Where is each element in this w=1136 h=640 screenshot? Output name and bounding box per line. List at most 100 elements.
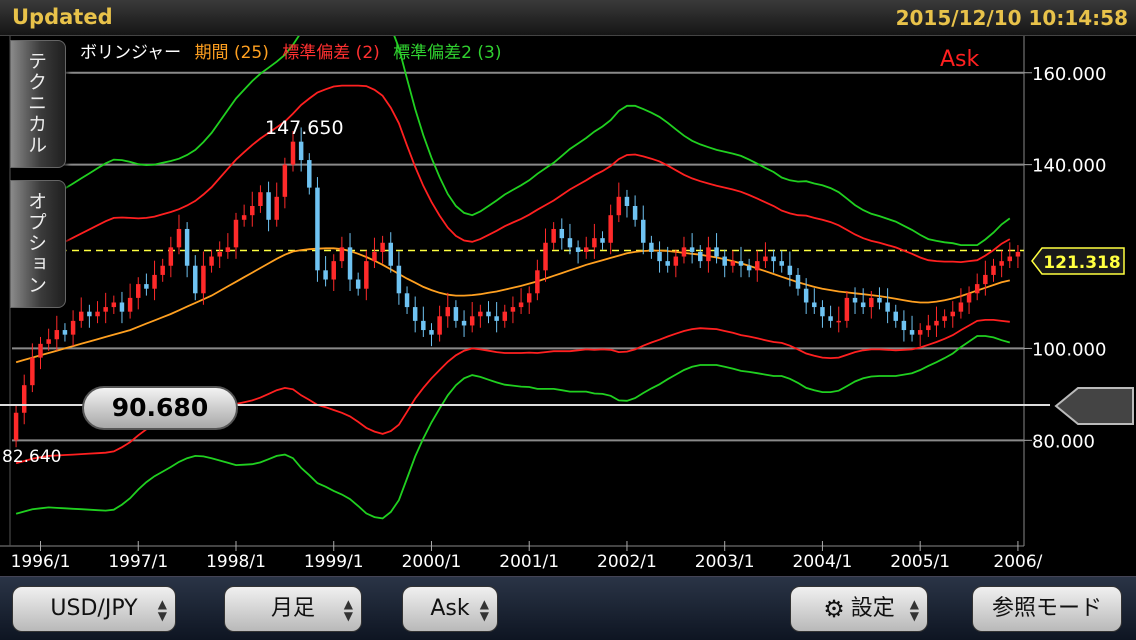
candle-up (290, 141, 296, 165)
candle-down (355, 279, 361, 289)
candle-up (168, 247, 174, 266)
candle-up (331, 261, 336, 280)
x-tick-label: 2002/1 (597, 552, 657, 572)
crosshair-price-pill[interactable]: 90.680 (82, 386, 238, 430)
tab-technical[interactable]: テクニカル (10, 40, 66, 168)
candle-up (592, 238, 597, 248)
candle-down (184, 228, 190, 266)
candle-down (714, 247, 719, 257)
candle-down (421, 320, 426, 331)
candle-up (217, 251, 222, 257)
candle-up (763, 256, 768, 262)
reference-mode-button[interactable]: 参照モード (972, 586, 1122, 632)
candle-down (119, 302, 125, 312)
candle-up (942, 316, 947, 321)
candle-down (315, 187, 320, 271)
candle-down (901, 320, 907, 331)
candle-up (160, 265, 165, 275)
candle-up (518, 302, 524, 308)
high-label: 147.650 (265, 117, 344, 139)
candle-up (136, 284, 141, 298)
candle-up (282, 164, 288, 197)
candle-down (453, 307, 459, 321)
candle-down (412, 307, 418, 321)
candle-up (478, 311, 483, 317)
candle-down (307, 160, 312, 188)
candle-down (396, 265, 402, 294)
candle-up (46, 339, 51, 344)
legend-sd1: 標準偏差 (2) (282, 43, 379, 63)
candle-down (193, 265, 198, 294)
candle-up (502, 311, 508, 321)
candle-up (95, 311, 100, 317)
candle-up (21, 385, 27, 413)
y-tick-label: 160.000 (1032, 64, 1106, 85)
candle-up (152, 274, 157, 289)
candle-down (600, 238, 605, 243)
candle-up (437, 316, 442, 335)
candle-up (999, 261, 1004, 266)
candle-down (787, 265, 793, 275)
candle-down (722, 256, 727, 266)
candle-up (250, 206, 255, 216)
candle-down (885, 302, 890, 312)
currency-pair-select[interactable]: USD/JPY ▲ ▼ (12, 586, 176, 632)
candle-down (461, 320, 467, 326)
period-select[interactable]: 月足 ▲ ▼ (224, 586, 362, 632)
candle-up (958, 302, 964, 312)
candle-down (665, 261, 670, 266)
candle-down (812, 302, 817, 308)
price-type-select[interactable]: Ask ▲ ▼ (402, 586, 498, 632)
candle-up (844, 297, 850, 321)
y-tick-label: 80.000 (1032, 431, 1095, 452)
candle-down (404, 293, 410, 308)
candle-down (144, 284, 149, 289)
x-tick-label: 2004/1 (793, 552, 853, 572)
reference-mode-label: 参照モード (991, 596, 1102, 621)
candle-up (445, 307, 451, 317)
settings-label: 設定 (850, 596, 895, 621)
legend-name: ボリンジャー (80, 43, 181, 63)
tab-technical-label: テクニカル (25, 51, 47, 156)
candle-down (266, 192, 271, 220)
candle-up (950, 311, 956, 317)
timestamp: 2015/12/10 10:14:58 (895, 6, 1128, 30)
candle-up (176, 228, 182, 248)
legend-period: 期間 (25) (195, 43, 269, 63)
y-tick-label: 140.000 (1032, 156, 1106, 177)
candle-up (38, 343, 43, 358)
y-tick-label: 100.000 (1032, 339, 1106, 360)
candle-down (877, 297, 882, 303)
price-type-value: Ask (430, 596, 470, 621)
candle-up (30, 357, 35, 386)
tab-option[interactable]: オプション (10, 180, 66, 308)
candle-up (974, 284, 980, 294)
candle-up (991, 265, 996, 275)
update-status: Updated (12, 5, 113, 29)
candle-down (641, 219, 646, 243)
x-tick-label: 2001/1 (499, 552, 559, 572)
candle-up (616, 196, 622, 216)
candle-down (559, 228, 565, 239)
price-chart[interactable]: 160.000 140.000 100.000 80.000 1996/1 1997/1… (0, 36, 1136, 576)
gear-icon: ⚙ (823, 595, 845, 623)
candle-up (372, 251, 377, 262)
candle-down (779, 261, 784, 266)
settings-button[interactable]: ⚙ 設定 ▲ ▼ (790, 586, 928, 632)
candle-up (225, 247, 231, 252)
x-tick-label: 1999/1 (304, 552, 364, 572)
tab-option-label: オプション (25, 191, 47, 296)
candle-up (233, 219, 239, 248)
candle-down (909, 330, 915, 335)
candle-up (1015, 251, 1021, 257)
candle-down (323, 270, 328, 280)
candle-up (673, 256, 679, 266)
candle-up (70, 320, 76, 335)
legend-text: ボリンジャー 期間 (25) 標準偏差 (2) 標準偏差2 (3) (80, 43, 501, 63)
candle-up (510, 307, 516, 312)
candle-down (852, 297, 858, 303)
candle-down (624, 196, 630, 206)
candle-down (657, 251, 662, 262)
x-tick-label: 1996/1 (11, 552, 71, 572)
candle-up (127, 297, 133, 312)
